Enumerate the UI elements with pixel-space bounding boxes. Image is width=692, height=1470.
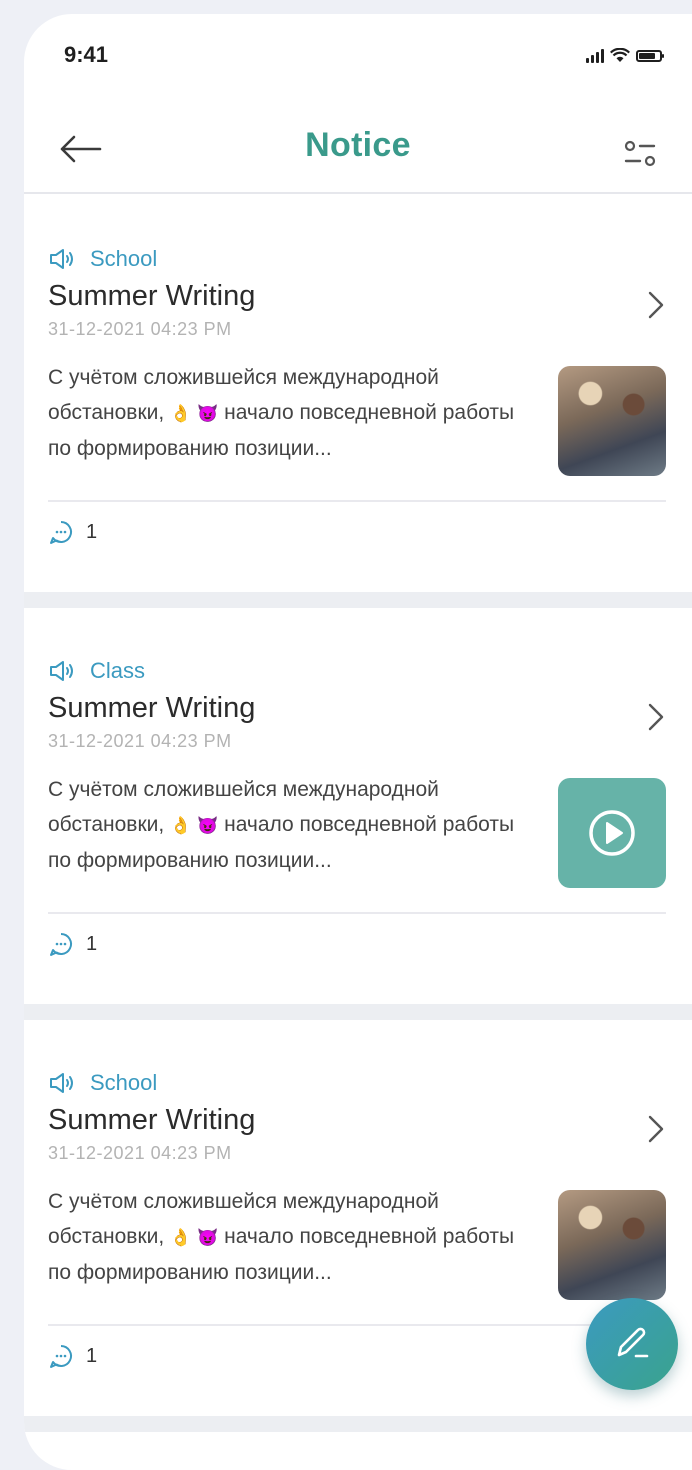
category-tag: School <box>48 1068 666 1098</box>
comment-icon[interactable] <box>48 1343 74 1369</box>
compose-fab-button[interactable] <box>586 1298 678 1390</box>
notice-list: School Summer Writing 31-12-2021 04:23 P… <box>24 196 692 1432</box>
comment-count: 1 <box>86 932 98 955</box>
comment-count: 1 <box>86 1344 98 1367</box>
devil-emoji: 😈 <box>197 404 219 423</box>
filter-icon[interactable] <box>622 136 658 172</box>
status-bar: 9:41 <box>24 14 692 94</box>
category-label: Class <box>90 658 146 683</box>
notice-body: С учётом сложившейся международной обста… <box>48 360 666 476</box>
comment-icon[interactable] <box>48 931 74 957</box>
notice-photo-thumbnail[interactable] <box>558 366 666 476</box>
status-time: 9:41 <box>64 42 109 67</box>
chevron-right-icon[interactable] <box>646 290 666 320</box>
ok-hand-emoji: 👌 <box>170 404 192 423</box>
notice-footer: 1 <box>48 502 666 562</box>
wifi-icon <box>610 48 630 62</box>
notice-title: Summer Writing <box>48 1104 256 1136</box>
ok-hand-emoji: 👌 <box>170 816 192 835</box>
status-icons <box>586 48 664 63</box>
play-circle-icon[interactable] <box>587 808 637 858</box>
battery-icon <box>636 49 664 62</box>
notice-excerpt: С учётом сложившейся международной обста… <box>48 1184 528 1300</box>
notice-date: 31-12-2021 04:23 PM <box>48 731 232 751</box>
notice-excerpt: С учётом сложившейся международной обста… <box>48 772 528 888</box>
notice-date: 31-12-2021 04:23 PM <box>48 1143 232 1163</box>
notice-photo-thumbnail[interactable] <box>558 1190 666 1300</box>
ok-hand-emoji: 👌 <box>170 1228 192 1247</box>
page-title: Notice <box>305 126 411 164</box>
devil-emoji: 😈 <box>197 1228 219 1247</box>
notice-body: С учётом сложившейся международной обста… <box>48 1184 666 1300</box>
chevron-right-icon[interactable] <box>646 1114 666 1144</box>
category-label: School <box>90 246 158 271</box>
notice-excerpt: С учётом сложившейся международной обста… <box>48 360 528 476</box>
notice-card[interactable]: School Summer Writing 31-12-2021 04:23 P… <box>24 196 692 592</box>
signal-icon <box>586 48 604 63</box>
megaphone-icon <box>50 1073 73 1093</box>
notice-footer: 1 <box>48 1326 666 1386</box>
chevron-right-icon[interactable] <box>646 702 666 732</box>
pencil-icon <box>617 1327 649 1358</box>
comment-icon[interactable] <box>48 519 74 545</box>
notice-card[interactable]: Class Summer Writing 31-12-2021 04:23 PM… <box>24 608 692 1004</box>
notice-date: 31-12-2021 04:23 PM <box>48 319 232 339</box>
card-separator <box>24 592 692 608</box>
devil-emoji: 😈 <box>197 816 219 835</box>
category-tag: Class <box>48 656 666 686</box>
megaphone-icon <box>50 661 73 681</box>
notice-body: С учётом сложившейся международной обста… <box>48 772 666 888</box>
header: Notice <box>24 94 692 194</box>
notice-video-thumbnail[interactable] <box>558 778 666 888</box>
card-separator <box>24 1004 692 1020</box>
notice-title: Summer Writing <box>48 692 256 724</box>
notice-title: Summer Writing <box>48 280 256 312</box>
card-separator <box>24 1416 692 1432</box>
phone-screen: 9:41 Notice School Summer Writing 31-12-… <box>24 14 692 1470</box>
comment-count: 1 <box>86 520 98 543</box>
category-label: School <box>90 1070 158 1095</box>
megaphone-icon <box>50 249 73 269</box>
notice-footer: 1 <box>48 914 666 974</box>
category-tag: School <box>48 244 666 274</box>
